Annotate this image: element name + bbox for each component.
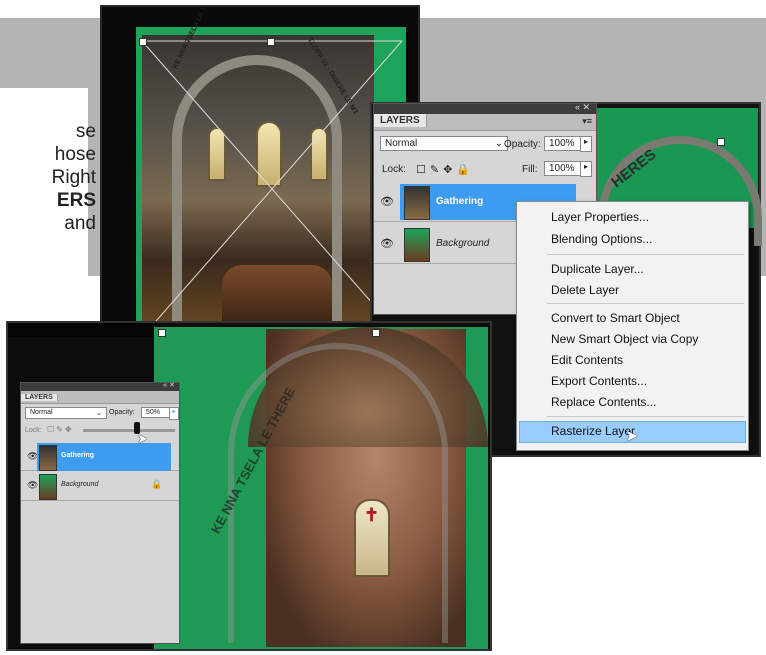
fill-arrow-icon[interactable]: ▸ (580, 161, 592, 177)
transform-handle-bottom-left[interactable] (158, 329, 166, 337)
lock-label-bottom: Lock: (25, 427, 42, 434)
menu-separator (547, 303, 744, 304)
collapse-close-icon-bottom[interactable]: « ✕ (163, 381, 175, 389)
canvas-black-area (8, 323, 154, 337)
menu-item-new-smart-object-via-copy[interactable]: New Smart Object via Copy (551, 332, 698, 346)
menu-item-export-contents[interactable]: Export Contents... (551, 374, 647, 388)
transform-handle-right[interactable] (717, 138, 725, 146)
menu-item-layer-properties[interactable]: Layer Properties... (551, 210, 649, 224)
transform-handle-top[interactable] (267, 38, 275, 46)
blend-mode-select[interactable]: Normal ⌄ (380, 136, 508, 151)
visibility-eye-icon-bg[interactable]: 👁 (380, 237, 394, 250)
panel-titlebar-bottom[interactable]: « ✕ (21, 381, 179, 391)
opacity-slider-track[interactable] (83, 429, 175, 432)
layer-thumbnail-background (404, 228, 430, 262)
tab-layers-bottom[interactable]: LAYERS (21, 394, 58, 401)
menu-item-duplicate-layer[interactable]: Duplicate Layer... (551, 262, 644, 276)
transform-handle-bottom-top[interactable] (372, 329, 380, 337)
blend-mode-value: Normal (385, 138, 418, 149)
menu-item-edit-contents[interactable]: Edit Contents (551, 353, 623, 367)
visibility-eye-icon-bg-bottom[interactable]: 👁 (27, 480, 38, 491)
menu-item-blending-options[interactable]: Blending Options... (551, 232, 652, 246)
instruction-line-4: ERS (56, 190, 96, 211)
church-arch-overlay (228, 343, 448, 643)
opacity-arrow-icon[interactable]: ▸ (580, 136, 592, 152)
layer-thumbnail-gathering (404, 186, 430, 220)
opacity-label: Opacity: (504, 139, 541, 150)
cross-icon: ✝ (364, 505, 380, 525)
lock-label: Lock: (382, 164, 406, 175)
lock-icons[interactable]: ☐✎✥🔒 (416, 163, 474, 176)
transform-handle-tl[interactable] (139, 38, 147, 46)
layer-name-gathering[interactable]: Gathering (436, 196, 483, 207)
layer-thumbnail-background-bottom (39, 474, 57, 500)
collapse-close-icon[interactable]: « ✕ (575, 102, 590, 113)
layer-thumbnail-gathering-bottom (39, 445, 57, 471)
instruction-text: se hose Right ERS and (0, 120, 96, 235)
layer-name-background[interactable]: Background (436, 238, 489, 249)
panel-titlebar[interactable]: « ✕ (374, 102, 596, 114)
fill-label: Fill: (522, 164, 538, 175)
chevron-down-icon-bottom: ⌄ (96, 410, 102, 417)
instruction-line-1: se (75, 121, 96, 142)
menu-item-replace-contents[interactable]: Replace Contents... (551, 395, 656, 409)
visibility-eye-icon[interactable]: 👁 (380, 195, 394, 208)
layer-row-background-bottom[interactable]: 👁 Background 🔒 (21, 471, 179, 501)
menu-item-convert-to-smart-object[interactable]: Convert to Smart Object (551, 311, 680, 325)
mouse-pointer-icon: ➤ (625, 428, 639, 445)
menu-separator (547, 416, 744, 417)
layer-name-gathering-bottom[interactable]: Gathering (61, 452, 94, 459)
instruction-line-2: hose (54, 144, 96, 165)
layer-context-menu: Layer Properties... Blending Options... … (516, 201, 749, 451)
menu-separator (547, 254, 744, 255)
instruction-line-3: Right (51, 167, 96, 188)
lock-icons-bottom[interactable]: ☐✎✥ (47, 425, 74, 434)
opacity-arrow-icon-bottom[interactable]: ▸ (169, 407, 179, 420)
panel-menu-icon[interactable]: ▾≡ (582, 116, 592, 127)
lock-icon: 🔒 (151, 479, 163, 489)
layer-selection-highlight-bottom (37, 443, 171, 471)
menu-item-delete-layer[interactable]: Delete Layer (551, 283, 619, 297)
opacity-label-bottom: Opacity: (109, 409, 135, 416)
chevron-down-icon: ⌄ (494, 138, 503, 149)
instruction-line-5: and (64, 213, 96, 234)
blend-mode-value-bottom: Normal (30, 409, 53, 416)
layer-name-background-bottom[interactable]: Background (61, 481, 98, 488)
menu-item-rasterize-layer[interactable]: Rasterize Layer (551, 424, 635, 438)
layer-row-gathering-bottom[interactable]: 👁 Gathering (21, 443, 179, 471)
tab-layers[interactable]: LAYERS (374, 114, 427, 127)
layers-panel-bottom: « ✕ LAYERS Normal ⌄ Opacity: 50% ▸ Lock:… (20, 382, 180, 644)
blend-mode-select-bottom[interactable]: Normal ⌄ (25, 407, 107, 419)
